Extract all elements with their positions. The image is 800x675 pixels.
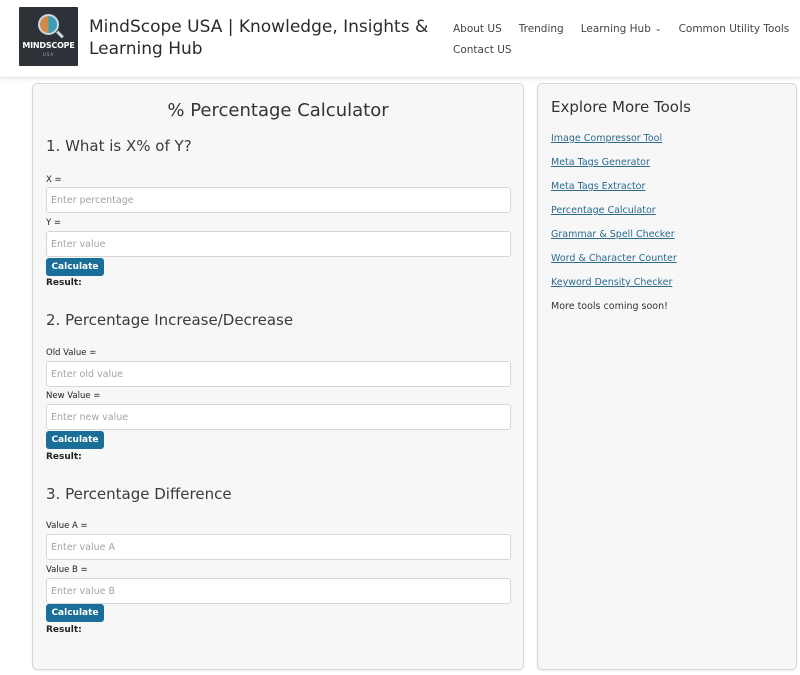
value-a-input[interactable] [46,534,511,560]
site-title[interactable]: MindScope USA | Knowledge, Insights & Le… [89,16,429,60]
site-logo[interactable]: MINDSCOPE USA [19,7,78,66]
result-label-2: Result: [46,452,82,462]
value-b-label: Value B = [46,565,88,575]
value-a-label: Value A = [46,521,88,531]
link-meta-tags-extractor[interactable]: Meta Tags Extractor [551,181,645,192]
magnifier-handle-icon [56,30,64,39]
nav-common-utility-tools[interactable]: Common Utility Tools [679,19,790,39]
nav-about-us[interactable]: About US [453,19,502,39]
y-value-input[interactable] [46,231,511,257]
value-b-input[interactable] [46,578,511,604]
old-value-input[interactable] [46,361,511,387]
y-label: Y = [46,218,62,228]
new-value-label: New Value = [46,391,101,401]
old-value-label: Old Value = [46,348,97,358]
section-title-x-percent-of-y: 1. What is X% of Y? [46,137,192,155]
link-image-compressor-tool[interactable]: Image Compressor Tool [551,133,662,144]
logo-sub-text: USA [42,52,55,57]
nav-learning-hub-label: Learning Hub [580,23,651,35]
result-label-3: Result: [46,625,82,635]
calculate-button-1[interactable]: Calculate [46,258,104,276]
more-tools-note: More tools coming soon! [551,301,668,312]
section-title-percentage-change: 2. Percentage Increase/Decrease [46,311,294,329]
logo-brand-text: MINDSCOPE [22,41,75,50]
chevron-down-icon: ⌄ [654,24,662,33]
nav-trending[interactable]: Trending [519,19,564,39]
site-header: MINDSCOPE USA MindScope USA | Knowledge,… [0,0,800,78]
link-meta-tags-generator[interactable]: Meta Tags Generator [551,157,650,168]
result-label-1: Result: [46,278,82,288]
link-word-character-counter[interactable]: Word & Character Counter [551,253,677,264]
main-nav: About US Trending Learning Hub ⌄ Common Util… [453,19,793,60]
explore-tools-sidebar: Explore More Tools Image Compressor Tool… [537,83,797,670]
link-grammar-spell-checker[interactable]: Grammar & Spell Checker [551,229,675,240]
calculate-button-2[interactable]: Calculate [46,431,104,449]
sidebar-title: Explore More Tools [551,98,691,116]
link-percentage-calculator[interactable]: Percentage Calculator [551,205,656,216]
nav-contact-us[interactable]: Contact US [453,40,512,60]
section-title-percentage-difference: 3. Percentage Difference [46,485,232,503]
x-label: X = [46,175,62,185]
nav-learning-hub[interactable]: Learning Hub ⌄ [581,19,662,40]
percentage-calculator-card: % Percentage Calculator 1. What is X% of… [32,83,524,670]
x-percentage-input[interactable] [46,187,511,213]
calculate-button-3[interactable]: Calculate [46,604,104,622]
link-keyword-density-checker[interactable]: Keyword Density Checker [551,277,672,288]
new-value-input[interactable] [46,404,511,430]
page-title: % Percentage Calculator [167,100,389,121]
